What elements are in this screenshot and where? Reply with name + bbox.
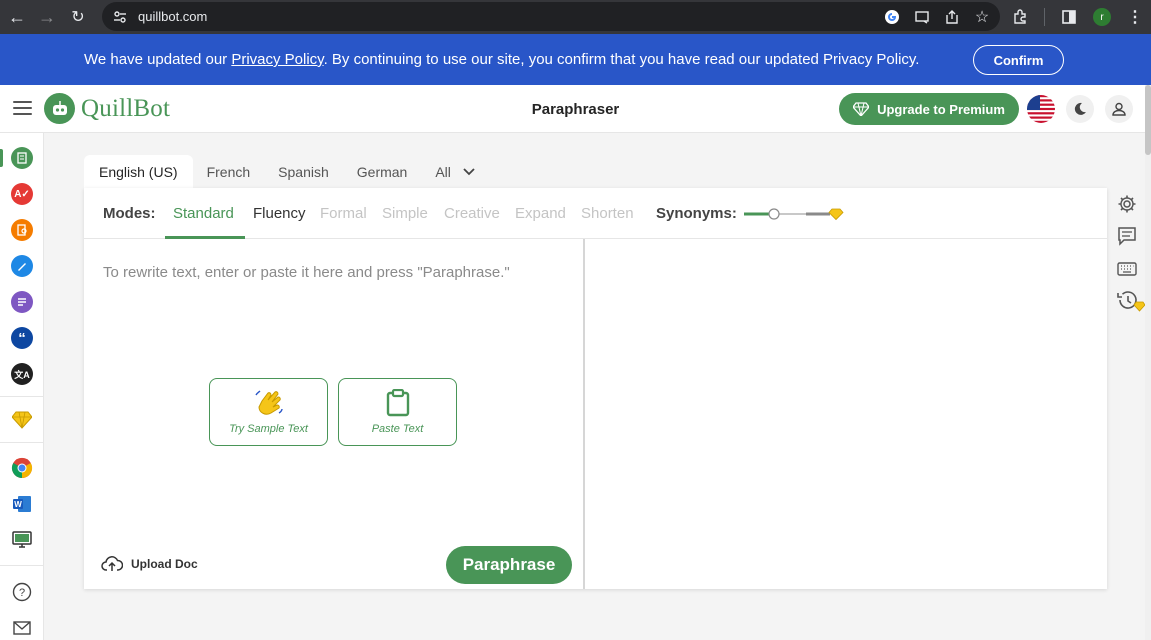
mode-expand[interactable]: Expand (515, 205, 566, 222)
lang-tab-english-us[interactable]: English (US) (84, 155, 193, 188)
clipboard-icon (386, 389, 409, 417)
settings-gear-icon[interactable] (1116, 193, 1138, 215)
sidebar-divider (0, 565, 44, 566)
sidebar-divider (0, 442, 44, 443)
site-settings-icon[interactable] (112, 9, 128, 25)
paraphraser-panel: Modes: Standard Fluency Formal Simple Cr… (84, 188, 1107, 589)
synonyms-label: Synonyms: (656, 205, 737, 222)
paste-text-label: Paste Text (371, 423, 424, 435)
upgrade-premium-button[interactable]: Upgrade to Premium (839, 93, 1019, 125)
feedback-icon[interactable] (1116, 225, 1138, 247)
chrome-extension-icon[interactable] (11, 457, 33, 479)
sidebar-divider (0, 396, 44, 397)
upload-doc-button[interactable]: Upload Doc (101, 556, 198, 572)
side-panel-icon[interactable] (1059, 7, 1079, 27)
ai-detector-icon[interactable] (11, 255, 33, 277)
dark-mode-icon[interactable] (1066, 95, 1094, 123)
mode-standard[interactable]: Standard (173, 205, 234, 222)
address-bar[interactable]: quillbot.com ☆ (102, 2, 1000, 31)
keyboard-shortcuts-icon[interactable] (1116, 258, 1138, 280)
url-text: quillbot.com (138, 9, 208, 24)
back-icon[interactable]: ← (2, 0, 32, 34)
mail-icon[interactable] (11, 617, 33, 639)
mode-simple[interactable]: Simple (382, 205, 428, 222)
summarizer-icon[interactable] (11, 291, 33, 313)
waving-hand-icon (254, 390, 283, 415)
slider-premium-diamond-icon (828, 208, 844, 221)
page-scrollbar-thumb[interactable] (1145, 85, 1151, 155)
chrome-menu-icon[interactable]: ⋮ (1125, 7, 1145, 27)
translator-icon[interactable]: 文A (11, 363, 33, 385)
banner-text-after: . By continuing to use our site, you con… (323, 51, 920, 68)
lang-tab-french[interactable]: French (193, 155, 265, 188)
svg-text:?: ? (19, 587, 25, 599)
mode-fluency[interactable]: Fluency (253, 205, 306, 222)
toolbar-separator (1044, 8, 1045, 26)
mode-shorten[interactable]: Shorten (581, 205, 634, 222)
plagiarism-checker-icon[interactable] (11, 219, 33, 241)
app-header: QuillBot Paraphraser Upgrade to Premium (0, 85, 1151, 133)
lang-all-label: All (435, 163, 451, 180)
word-addin-icon[interactable]: W (11, 493, 33, 515)
lang-tab-all[interactable]: All (421, 155, 489, 188)
confirm-button[interactable]: Confirm (973, 45, 1064, 75)
modes-label: Modes: (103, 205, 156, 222)
svg-text:W: W (14, 500, 22, 509)
input-placeholder: To rewrite text, enter or paste it here … (103, 264, 510, 281)
chevron-down-icon (463, 167, 475, 175)
forward-icon[interactable]: → (32, 0, 62, 34)
upload-doc-label: Upload Doc (131, 557, 198, 571)
account-icon[interactable] (1105, 95, 1133, 123)
output-pane (585, 239, 1107, 589)
page-scrollbar[interactable] (1145, 85, 1151, 640)
modes-bar: Modes: Standard Fluency Formal Simple Cr… (84, 188, 1107, 239)
premium-diamond-icon[interactable] (11, 409, 33, 431)
paraphrase-button[interactable]: Paraphrase (446, 546, 572, 584)
cloud-upload-icon (101, 556, 123, 571)
synonyms-slider-thumb[interactable] (768, 208, 780, 220)
google-lens-icon[interactable] (882, 7, 902, 27)
browser-toolbar: ← → ↻ quillbot.com ☆ r ⋮ (0, 0, 1151, 34)
us-flag-icon[interactable] (1027, 95, 1055, 123)
try-sample-text-label: Try Sample Text (229, 423, 308, 435)
lang-tab-spanish[interactable]: Spanish (264, 155, 343, 188)
upgrade-premium-label: Upgrade to Premium (877, 101, 1005, 117)
help-icon[interactable]: ? (11, 581, 33, 603)
mode-formal[interactable]: Formal (320, 205, 367, 222)
paraphraser-icon[interactable] (11, 147, 33, 169)
citation-generator-icon[interactable]: “ (11, 327, 33, 349)
language-tabs: English (US) French Spanish German All (84, 155, 489, 188)
mode-creative[interactable]: Creative (444, 205, 500, 222)
try-sample-text-button[interactable]: Try Sample Text (209, 378, 328, 446)
extensions-icon[interactable] (1010, 7, 1030, 27)
input-pane[interactable]: To rewrite text, enter or paste it here … (84, 239, 583, 589)
cast-icon[interactable] (912, 7, 932, 27)
grammar-checker-icon[interactable]: A✓ (11, 183, 33, 205)
profile-avatar[interactable]: r (1093, 8, 1111, 26)
privacy-banner: We have updated our Privacy Policy. By c… (0, 34, 1151, 85)
active-tool-indicator (0, 149, 3, 167)
privacy-policy-link[interactable]: Privacy Policy (231, 51, 323, 68)
reload-icon[interactable]: ↻ (63, 0, 93, 34)
desktop-app-icon[interactable] (11, 529, 33, 551)
lang-tab-german[interactable]: German (343, 155, 422, 188)
paste-text-button[interactable]: Paste Text (338, 378, 457, 446)
bookmark-star-icon[interactable]: ☆ (972, 7, 992, 27)
banner-text-before: We have updated our (84, 51, 232, 68)
share-icon[interactable] (942, 7, 962, 27)
synonyms-slider[interactable] (744, 207, 844, 221)
tools-sidebar: A✓ “ 文A W ? (0, 133, 44, 640)
privacy-banner-text: We have updated our Privacy Policy. By c… (84, 51, 919, 68)
diamond-icon (853, 102, 870, 116)
history-premium-icon[interactable] (1116, 290, 1146, 312)
